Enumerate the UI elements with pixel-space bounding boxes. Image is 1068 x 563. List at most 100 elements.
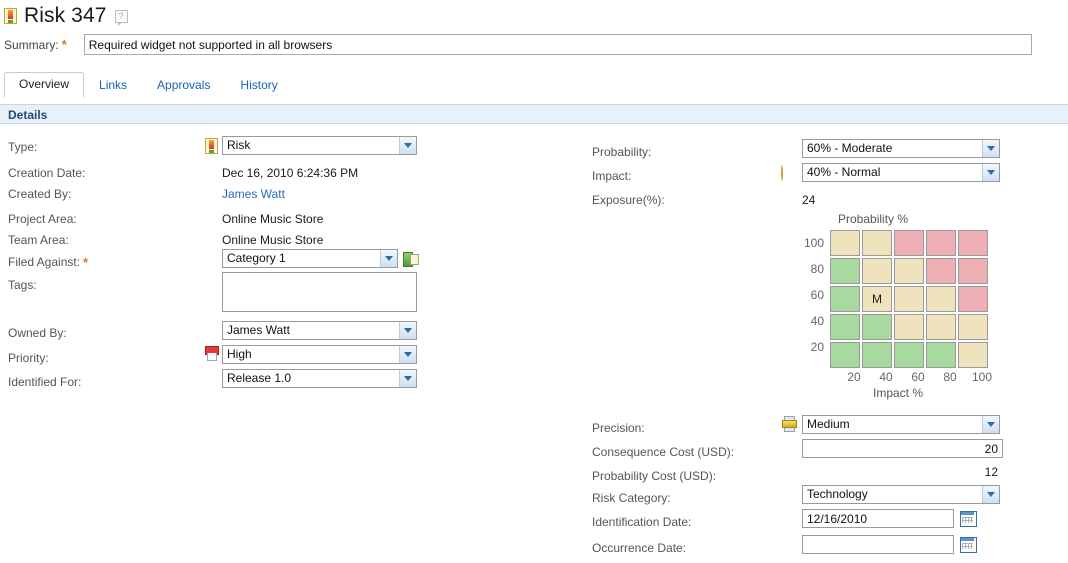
x-tick: 80 <box>943 370 957 384</box>
risk-matrix-x-axis-title: Impact % <box>872 386 923 400</box>
help-icon[interactable]: ? <box>114 9 128 26</box>
risk-matrix-cell[interactable] <box>958 286 988 312</box>
risk-matrix-cell[interactable] <box>862 314 892 340</box>
summary-required-indicator: * <box>61 37 67 52</box>
chevron-down-icon <box>982 140 999 157</box>
field-occurrence-date-label: Occurrence Date: <box>592 541 687 555</box>
y-tick: 80 <box>810 262 824 276</box>
field-project-area-label: Project Area: <box>8 212 77 226</box>
x-tick: 60 <box>911 370 925 384</box>
owned-by-select-value: James Watt <box>227 323 290 337</box>
field-project-area: Project Area: Online Music Store <box>8 208 323 230</box>
field-filed-against: Filed Against: * <box>8 251 88 273</box>
x-tick: 100 <box>971 370 993 384</box>
field-exposure-value: 24 <box>802 193 816 207</box>
field-team-area: Team Area: Online Music Store <box>8 229 323 251</box>
field-precision: Precision: <box>592 417 645 439</box>
risk-matrix-y-ticks: 100 80 60 40 20 <box>800 230 830 368</box>
field-owned-by-label: Owned By: <box>8 326 67 340</box>
risk-matrix-x-ticks: 20 40 60 80 100 <box>800 370 998 384</box>
chevron-down-icon <box>399 322 416 339</box>
consequence-cost-input[interactable] <box>802 439 1003 458</box>
field-type: Type: <box>8 136 206 158</box>
summary-row: Summary: * <box>4 34 1064 55</box>
risk-matrix-cell[interactable] <box>862 342 892 368</box>
field-filed-against-label: Filed Against: <box>8 255 81 269</box>
field-precision-label: Precision: <box>592 421 645 435</box>
occurrence-date-input[interactable] <box>802 535 954 554</box>
risk-category-select[interactable]: Technology <box>802 485 1000 504</box>
tab-links[interactable]: Links <box>84 73 142 98</box>
risk-matrix-cell[interactable] <box>958 342 988 368</box>
y-tick: 40 <box>810 314 824 328</box>
created-by-link[interactable]: James Watt <box>222 187 285 201</box>
tab-approvals[interactable]: Approvals <box>142 73 225 98</box>
tags-input[interactable] <box>222 272 417 312</box>
risk-matrix-cell[interactable]: M <box>862 286 892 312</box>
details-section-header: Details <box>0 104 1068 124</box>
details-section-label: Details <box>8 108 48 122</box>
risk-matrix-cell[interactable] <box>830 230 860 256</box>
risk-matrix-cell[interactable] <box>926 230 956 256</box>
risk-matrix-cell[interactable] <box>894 286 924 312</box>
risk-matrix-cell[interactable] <box>894 230 924 256</box>
risk-matrix-cell[interactable] <box>958 230 988 256</box>
risk-matrix-cell[interactable] <box>862 258 892 284</box>
risk-matrix: Probability % 100 80 60 40 20 M 20 40 60… <box>800 212 998 400</box>
impact-normal-icon <box>781 165 783 181</box>
field-risk-category: Risk Category: <box>592 487 671 509</box>
tab-history[interactable]: History <box>225 73 292 98</box>
impact-select[interactable]: 40% - Normal <box>802 163 1000 182</box>
risk-matrix-cell[interactable] <box>830 314 860 340</box>
field-team-area-label: Team Area: <box>8 233 69 247</box>
field-probability-label: Probability: <box>592 145 652 159</box>
risk-category-select-value: Technology <box>807 487 868 501</box>
filed-against-required-indicator: * <box>83 254 89 270</box>
risk-matrix-cell[interactable] <box>958 258 988 284</box>
risk-matrix-cell[interactable] <box>958 314 988 340</box>
field-creation-date: Creation Date: Dec 16, 2010 6:24:36 PM <box>8 162 358 184</box>
impact-select-value: 40% - Normal <box>807 165 881 179</box>
chevron-down-icon <box>982 486 999 503</box>
priority-select[interactable]: High <box>222 345 417 364</box>
field-probability-cost-value: 12 <box>984 465 998 479</box>
risk-matrix-cell[interactable] <box>830 258 860 284</box>
risk-matrix-cell[interactable] <box>894 258 924 284</box>
field-created-by: Created By: James Watt <box>8 183 285 205</box>
probability-select-value: 60% - Moderate <box>807 141 893 155</box>
field-creation-date-label: Creation Date: <box>8 166 86 180</box>
risk-matrix-cell[interactable] <box>830 342 860 368</box>
field-identification-date-label: Identification Date: <box>592 515 692 529</box>
risk-matrix-cell[interactable] <box>862 230 892 256</box>
field-project-area-value: Online Music Store <box>222 212 324 226</box>
precision-select-value: Medium <box>807 417 850 431</box>
risk-matrix-cell[interactable] <box>926 286 956 312</box>
identified-for-select[interactable]: Release 1.0 <box>222 369 417 388</box>
x-tick: 20 <box>847 370 861 384</box>
filed-against-select[interactable]: Category 1 <box>222 249 398 268</box>
type-select[interactable]: Risk <box>222 136 417 155</box>
tab-overview[interactable]: Overview <box>4 72 85 98</box>
risk-matrix-cell[interactable] <box>894 342 924 368</box>
y-tick: 100 <box>803 236 824 250</box>
field-exposure: Exposure(%): 24 <box>592 189 815 211</box>
probability-select[interactable]: 60% - Moderate <box>802 139 1000 158</box>
field-identification-date: Identification Date: <box>592 511 691 533</box>
chevron-down-icon <box>982 164 999 181</box>
risk-matrix-cell[interactable] <box>926 314 956 340</box>
x-tick: 40 <box>879 370 893 384</box>
risk-matrix-cell[interactable] <box>926 342 956 368</box>
field-consequence-cost: Consequence Cost (USD): <box>592 441 734 463</box>
precision-select[interactable]: Medium <box>802 415 1000 434</box>
field-priority: Priority: <box>8 347 49 369</box>
chevron-down-icon <box>380 250 397 267</box>
type-select-value: Risk <box>227 138 251 152</box>
identification-date-input[interactable] <box>802 509 954 528</box>
owned-by-select[interactable]: James Watt <box>222 321 417 340</box>
risk-matrix-cell[interactable] <box>830 286 860 312</box>
risk-matrix-cell[interactable] <box>926 258 956 284</box>
identified-for-select-value: Release 1.0 <box>227 371 292 385</box>
filed-against-select-value: Category 1 <box>227 251 286 265</box>
risk-matrix-cell[interactable] <box>894 314 924 340</box>
summary-input[interactable] <box>83 34 1032 55</box>
